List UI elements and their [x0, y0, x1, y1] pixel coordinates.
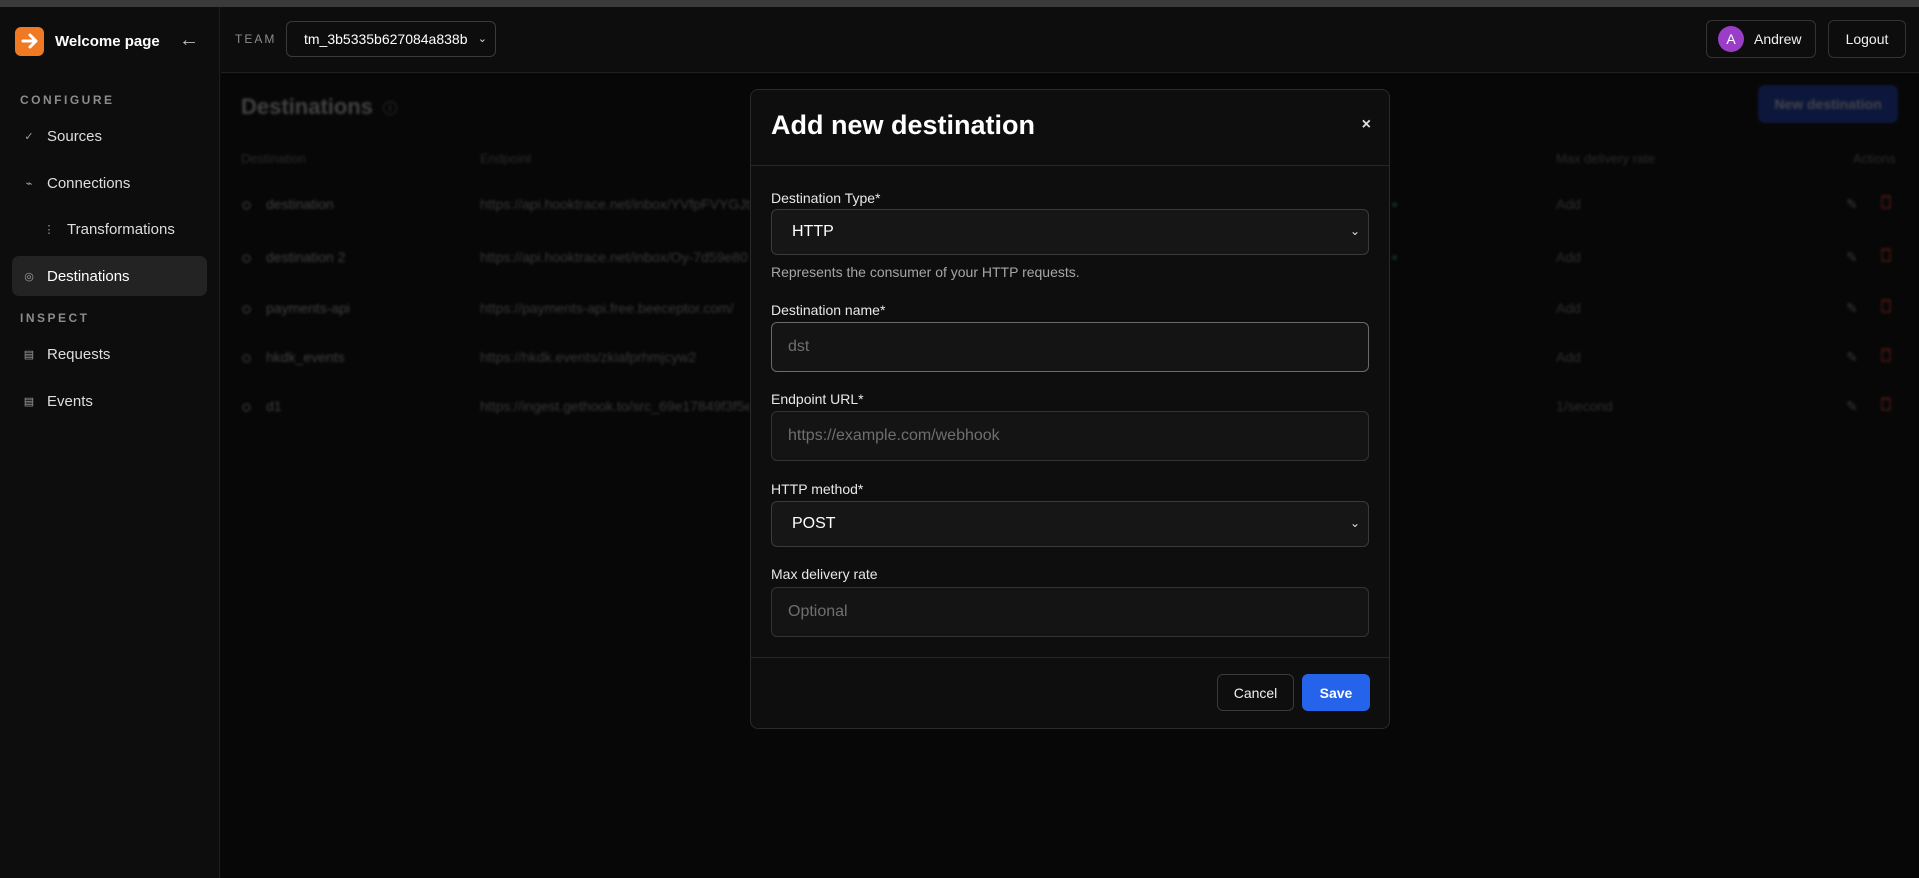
- sidebar-item-connections[interactable]: ⌁ Connections: [12, 163, 207, 203]
- modal-title: Add new destination: [771, 110, 1036, 140]
- sidebar: Welcome page ← CONFIGURE ✓ Sources ⌁ Con…: [0, 7, 220, 878]
- brand-title: Welcome page: [55, 32, 160, 50]
- user-name: Andrew: [1754, 31, 1802, 47]
- sidebar-item-destinations[interactable]: ◎ Destinations: [12, 256, 207, 296]
- close-icon[interactable]: ×: [1362, 116, 1371, 134]
- destination-type-label: Destination Type*: [771, 190, 881, 206]
- logout-button[interactable]: Logout: [1828, 20, 1906, 58]
- destination-name-input[interactable]: [771, 322, 1369, 372]
- save-button[interactable]: Save: [1302, 674, 1370, 711]
- brand[interactable]: Welcome page: [15, 26, 160, 56]
- requests-icon: ▤: [23, 348, 35, 361]
- http-method-label: HTTP method*: [771, 481, 864, 497]
- modal-footer: Cancel Save: [751, 657, 1389, 729]
- chevron-down-icon: ⌄: [477, 33, 487, 45]
- section-label-configure: CONFIGURE: [20, 93, 115, 107]
- modal-header: Add new destination ×: [751, 90, 1389, 166]
- user-menu[interactable]: A Andrew: [1706, 20, 1816, 58]
- sidebar-item-label: Destinations: [47, 267, 130, 285]
- top-bar: TEAM tm_3b5335b627084a838b ⌄ A Andrew Lo…: [221, 7, 1919, 73]
- max-delivery-rate-input[interactable]: [771, 587, 1369, 637]
- destination-name-label: Destination name*: [771, 302, 886, 318]
- section-label-inspect: INSPECT: [20, 311, 90, 325]
- http-method-select[interactable]: POST ⌄: [771, 501, 1369, 547]
- destination-type-help: Represents the consumer of your HTTP req…: [771, 264, 1080, 280]
- window-top-border: [0, 0, 1919, 7]
- destination-type-select[interactable]: HTTP ⌄: [771, 209, 1369, 255]
- chevron-down-icon: ⌄: [1349, 224, 1360, 238]
- cancel-button[interactable]: Cancel: [1217, 674, 1294, 711]
- team-select[interactable]: tm_3b5335b627084a838b ⌄: [286, 21, 496, 57]
- chevron-down-icon: ⌄: [1349, 516, 1360, 530]
- team-label: TEAM: [235, 32, 277, 46]
- sidebar-item-events[interactable]: ▤ Events: [12, 381, 207, 421]
- http-method-value: POST: [792, 515, 836, 532]
- sidebar-item-label: Events: [47, 392, 93, 410]
- sidebar-item-label: Transformations: [67, 220, 175, 238]
- sidebar-item-label: Requests: [47, 345, 111, 363]
- destinations-icon: ◎: [24, 270, 34, 283]
- sidebar-item-label: Sources: [47, 127, 103, 145]
- sidebar-item-sources[interactable]: ✓ Sources: [12, 116, 207, 156]
- transformations-icon: ⋮: [43, 223, 55, 236]
- team-select-value: tm_3b5335b627084a838b: [304, 31, 468, 47]
- connections-icon: ⌁: [25, 177, 33, 190]
- sidebar-item-transformations[interactable]: ⋮ Transformations: [12, 209, 207, 249]
- add-destination-modal: Add new destination × Destination Type* …: [750, 89, 1390, 729]
- sidebar-item-label: Connections: [47, 174, 131, 192]
- events-icon: ▤: [23, 395, 35, 408]
- endpoint-url-label: Endpoint URL*: [771, 391, 864, 407]
- brand-logo-icon: [15, 26, 44, 56]
- sidebar-item-requests[interactable]: ▤ Requests: [12, 334, 207, 374]
- avatar: A: [1718, 26, 1744, 52]
- collapse-sidebar-arrow-icon[interactable]: ←: [178, 28, 200, 52]
- endpoint-url-input[interactable]: [771, 411, 1369, 461]
- destination-type-value: HTTP: [792, 223, 834, 240]
- check-icon: ✓: [24, 130, 34, 143]
- max-delivery-rate-label: Max delivery rate: [771, 566, 878, 582]
